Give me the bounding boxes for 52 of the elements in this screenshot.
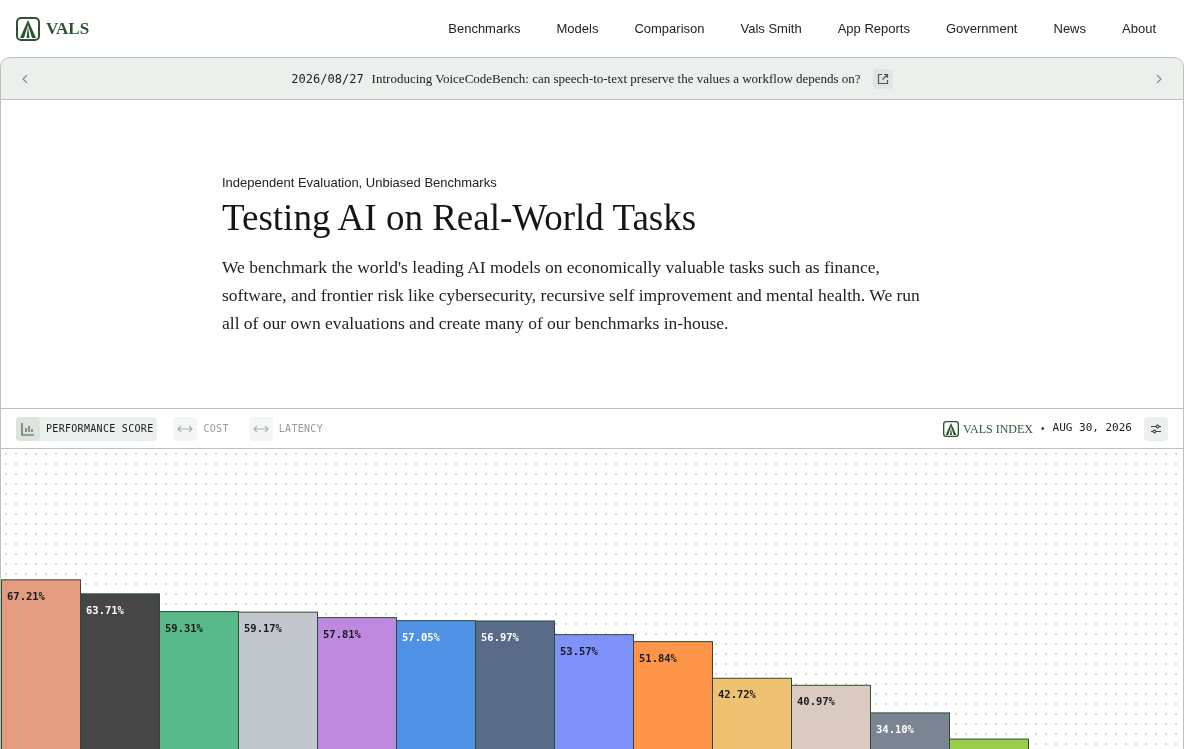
separator-dot: •: [1041, 422, 1045, 436]
bar-value-label: 34.10%: [876, 722, 914, 735]
bar-value-label: 59.17%: [244, 622, 282, 635]
bar-value-label: 67.21%: [7, 589, 45, 602]
bar-value-label: 51.84%: [639, 651, 677, 664]
index-name: VALS INDEX: [962, 420, 1033, 438]
chevron-right-icon: [1156, 73, 1162, 84]
bar[interactable]: [475, 620, 555, 749]
bar[interactable]: [238, 611, 318, 749]
horizontal-arrows-icon: [177, 423, 194, 434]
bar-value-label: 42.72%: [718, 688, 756, 701]
nav-link[interactable]: App Reports: [837, 18, 910, 39]
index-date: AUG 30, 2026: [1052, 420, 1132, 437]
announcement-link[interactable]: Introducing VoiceCodeBench: can speech-to-text preserve the values a workflow depends on?: [371, 68, 861, 89]
open-link-button[interactable]: [872, 68, 893, 89]
index-logo-icon: [942, 420, 959, 437]
bar-value-label: 57.05%: [402, 630, 440, 643]
eyebrow-text: Independent Evaluation, Unbiased Benchmarks: [222, 174, 498, 192]
bar[interactable]: [791, 684, 871, 749]
bar[interactable]: [1, 579, 81, 749]
nav-link[interactable]: Government: [945, 18, 1018, 39]
announcement-date: 2026/08/27: [291, 70, 364, 88]
bar-chart-icon: [21, 421, 35, 436]
bar[interactable]: [949, 738, 1029, 749]
bar[interactable]: [554, 634, 634, 749]
brand-name[interactable]: VALS: [46, 15, 90, 42]
nav-link[interactable]: Comparison: [634, 18, 705, 39]
bar[interactable]: [712, 677, 792, 749]
bar[interactable]: [870, 712, 950, 749]
nav-link[interactable]: About: [1122, 18, 1156, 39]
nav-link[interactable]: Benchmarks: [448, 18, 521, 39]
external-link-icon: [876, 72, 889, 85]
hero-title: Testing AI on Real-World Tasks: [222, 195, 698, 240]
nav-link[interactable]: Vals Smith: [740, 18, 802, 39]
bar-value-label: 63.71%: [86, 603, 124, 616]
sliders-icon: [1150, 422, 1162, 435]
nav-link[interactable]: News: [1053, 18, 1086, 39]
bar[interactable]: [317, 617, 397, 749]
bar[interactable]: [633, 641, 713, 749]
filter-button[interactable]: [1144, 416, 1168, 441]
hero-description: We benchmark the world's leading AI models on economically valuable tasks such as finance, software, and frontier risk like cybersecurity, recursive self improvement and mental health. We run all of our own evaluations and create many of our benchmarks in-house.: [222, 255, 921, 335]
bar-value-label: 57.81%: [323, 627, 361, 640]
bar-value-label: 59.31%: [165, 621, 203, 634]
bar[interactable]: [159, 611, 239, 749]
horizontal-arrows-icon: [252, 423, 269, 434]
metric-tab[interactable]: PERFORMANCE SCORE: [16, 416, 158, 441]
bar-value-label: 53.57%: [560, 644, 598, 657]
nav-link[interactable]: Models: [556, 18, 599, 39]
bar-value-label: 40.97%: [797, 695, 835, 708]
logo-icon: [16, 16, 40, 41]
chevron-left-icon: [22, 73, 28, 84]
bar-value-label: 56.97%: [481, 631, 519, 643]
